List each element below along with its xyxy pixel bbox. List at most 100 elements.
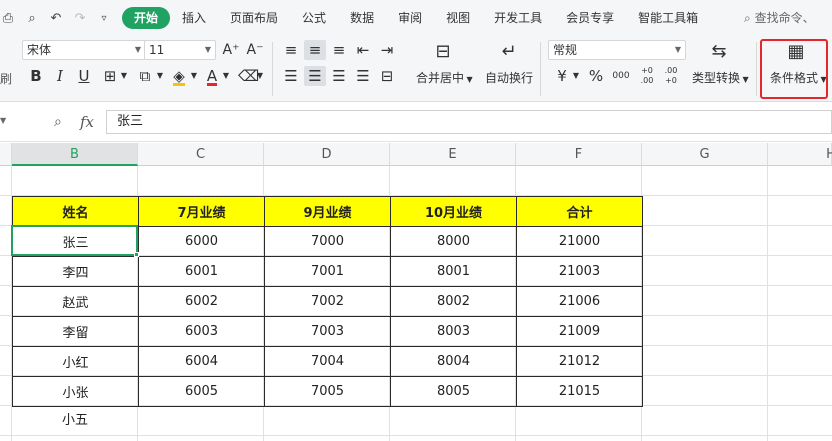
table-cell[interactable]: 8001 [390,256,517,287]
chevron-down-icon[interactable]: ▼ [156,66,164,86]
merge-center-button[interactable]: 合并居中 ▼ [416,69,473,86]
tab-review[interactable]: 审阅 [386,7,434,29]
tab-insert[interactable]: 插入 [170,7,218,29]
table-cell[interactable]: 7003 [264,316,391,347]
type-convert-button[interactable]: 类型转换 ▼ [692,69,749,86]
table-cell[interactable]: 21003 [516,256,643,287]
cell-style-icon[interactable]: ⧉ [136,66,154,86]
table-cell[interactable]: 7000 [264,226,391,257]
column-header-e[interactable]: E [390,143,516,166]
justify-icon[interactable]: ☰ [354,66,372,86]
table-cell[interactable]: 7004 [264,346,391,377]
print-preview-icon[interactable]: ⌕ [24,11,40,26]
tab-data[interactable]: 数据 [338,7,386,29]
align-center-icon[interactable]: ☰ [306,66,324,86]
tab-view[interactable]: 视图 [434,7,482,29]
print-icon[interactable]: ⎙ [0,11,16,26]
align-bottom-icon[interactable]: ≡ [330,40,348,60]
fill-color-icon[interactable]: ◈ [170,66,188,86]
decrease-font-size-button[interactable]: A⁻ [246,40,264,60]
tab-formulas[interactable]: 公式 [290,7,338,29]
tab-page-layout[interactable]: 页面布局 [218,7,290,29]
customize-quick-access-icon[interactable]: ▿ [96,13,112,24]
column-header-c[interactable]: C [138,143,264,166]
chevron-down-icon[interactable]: ▼ [222,66,230,86]
align-top-icon[interactable]: ≡ [282,40,300,60]
font-size-select[interactable]: 11 ▼ [144,40,216,60]
zoom-formula-icon[interactable]: ⌕ [54,114,62,130]
table-cell[interactable]: 6004 [138,346,265,377]
table-cell[interactable]: 6002 [138,286,265,317]
table-cell[interactable]: 8000 [390,226,517,257]
table-cell[interactable]: 6000 [138,226,265,257]
percent-button[interactable]: % [588,66,604,86]
table-cell[interactable]: 8004 [390,346,517,377]
merge-center-icon[interactable]: ⊟ [430,42,456,62]
table-cell[interactable]: 21006 [516,286,643,317]
fill-handle[interactable] [134,252,139,257]
chevron-down-icon[interactable]: ▼ [190,66,198,86]
tab-home[interactable]: 开始 [122,7,171,29]
table-cell[interactable]: 8005 [390,376,517,407]
table-cell[interactable]: 小张 [12,376,139,407]
header-cell[interactable]: 姓名 [12,196,139,227]
tab-member[interactable]: 会员专享 [554,7,626,29]
row-header-corner[interactable] [0,143,12,166]
distributed-align-icon[interactable]: ⊟ [378,66,396,86]
table-cell[interactable]: 8002 [390,286,517,317]
table-cell[interactable]: 李四 [12,256,139,287]
convert-icon[interactable]: ⇆ [706,42,732,62]
table-cell[interactable]: 6005 [138,376,265,407]
table-cell[interactable]: 小红 [12,346,139,377]
table-cell[interactable]: 小五 [12,406,138,436]
redo-icon[interactable]: ↷ [72,11,88,26]
table-cell[interactable]: 7001 [264,256,391,287]
underline-button[interactable]: U [76,66,92,86]
chevron-down-icon[interactable]: ▼ [256,66,264,86]
align-left-icon[interactable]: ☰ [282,66,300,86]
undo-icon[interactable]: ↶ [48,11,64,26]
header-cell[interactable]: 7月业绩 [138,196,265,227]
borders-icon[interactable]: ⊞ [100,66,120,86]
column-header-b[interactable]: B [12,143,138,166]
decrease-indent-icon[interactable]: ⇤ [354,40,372,60]
table-cell[interactable]: 21009 [516,316,643,347]
column-header-h[interactable]: H [768,143,832,166]
format-painter-label[interactable]: 刷 [0,70,12,87]
italic-button[interactable]: I [52,66,68,86]
thousands-separator-button[interactable]: 000 [610,66,632,86]
wrap-text-icon[interactable]: ↵ [496,42,522,62]
table-cell[interactable]: 7005 [264,376,391,407]
chevron-down-icon[interactable]: ▼ [572,66,580,86]
clear-format-icon[interactable]: ⌫ [238,66,259,86]
align-middle-icon[interactable]: ≡ [306,40,324,60]
increase-font-size-button[interactable]: A⁺ [222,40,240,60]
header-cell[interactable]: 10月业绩 [390,196,517,227]
font-name-select[interactable]: 宋体 ▼ [22,40,146,60]
table-cell[interactable]: 6003 [138,316,265,347]
header-cell[interactable]: 合计 [516,196,643,227]
table-cell[interactable]: 李留 [12,316,139,347]
table-cell[interactable]: 21015 [516,376,643,407]
table-cell[interactable]: 张三 [12,226,139,257]
increase-indent-icon[interactable]: ⇥ [378,40,396,60]
number-format-select[interactable]: 常规 ▼ [548,40,686,60]
bold-button[interactable]: B [28,66,44,86]
spreadsheet-grid[interactable]: 姓名 7月业绩 9月业绩 10月业绩 合计 张三 6000 7000 8000 … [0,166,832,441]
currency-button[interactable]: ¥ [554,66,570,86]
tab-smart-toolbox[interactable]: 智能工具箱 [626,7,710,29]
header-cell[interactable]: 9月业绩 [264,196,391,227]
table-cell[interactable]: 8003 [390,316,517,347]
column-header-f[interactable]: F [516,143,642,166]
table-cell[interactable]: 21012 [516,346,643,377]
command-search[interactable]: ⌕ 查找命令、 [744,0,815,36]
wrap-text-button[interactable]: 自动换行 [485,69,533,86]
table-cell[interactable]: 21000 [516,226,643,257]
table-cell[interactable]: 7002 [264,286,391,317]
decrease-decimal-button[interactable]: .00 +0 [660,66,682,86]
align-right-icon[interactable]: ☰ [330,66,348,86]
chevron-down-icon[interactable]: ▼ [120,66,128,86]
name-box-chevron-icon[interactable]: ▼ [0,116,6,125]
table-cell[interactable]: 赵武 [12,286,139,317]
table-cell[interactable]: 6001 [138,256,265,287]
